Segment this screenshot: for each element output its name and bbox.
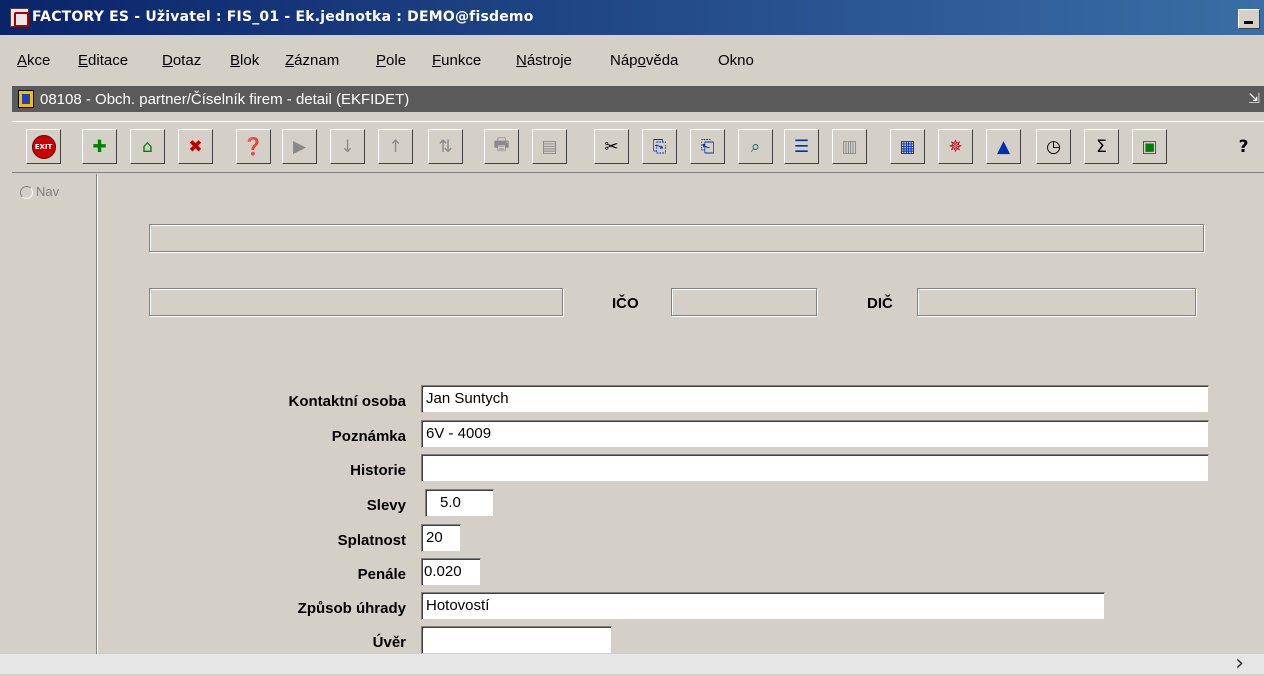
splatnost-label: Splatnost: [337, 532, 406, 549]
company-short-field: [149, 288, 563, 316]
wheel-button[interactable]: ✵: [938, 129, 973, 164]
sort-descending-button[interactable]: ↑: [378, 129, 413, 164]
zpusob-uhrady-label: Způsob úhrady: [297, 600, 406, 617]
exit-button[interactable]: EXIT: [26, 129, 61, 164]
company-name-field: [149, 224, 1204, 252]
restore-icon[interactable]: ⇲: [1248, 91, 1260, 107]
window-title-bar: FACTORY ES - Uživatel : FIS_01 - Ek.jedn…: [0, 0, 1264, 35]
paste-icon: ⎗: [700, 136, 715, 157]
calendar-button[interactable]: ▦: [890, 129, 925, 164]
print-setup-icon: ▤: [541, 136, 558, 157]
insert-record-button[interactable]: ✚: [82, 129, 117, 164]
menu-editace[interactable]: Editace: [78, 52, 128, 69]
zpusob-uhrady-field[interactable]: Hotovostí: [421, 592, 1105, 620]
dic-field: [917, 288, 1196, 316]
execute-query-icon: ▶: [292, 136, 307, 157]
delete-record-button[interactable]: ✖: [178, 129, 213, 164]
kontaktni-osoba-label: Kontaktní osoba: [288, 393, 406, 410]
menu-pole[interactable]: Pole: [376, 52, 406, 69]
sort-multi-icon: ⇅: [438, 136, 453, 157]
sort-ascending-icon: ↓: [340, 136, 355, 157]
minimize-button[interactable]: [1238, 9, 1260, 29]
clock-button[interactable]: ◷: [1036, 129, 1071, 164]
historie-label: Historie: [350, 462, 406, 479]
cut-button[interactable]: ✂: [594, 129, 629, 164]
copy-button[interactable]: ⎘: [642, 129, 677, 164]
penale-label: Penále: [357, 566, 406, 583]
print-icon: 🖶: [493, 135, 510, 155]
form-title-bar: 08108 - Obch. partner/Číselník firem - d…: [12, 86, 1264, 112]
print-setup-button[interactable]: ▤: [532, 129, 567, 164]
window-title: FACTORY ES - Uživatel : FIS_01 - Ek.jedn…: [32, 9, 534, 25]
menu-akce[interactable]: Akce: [17, 52, 50, 69]
menu-dotaz[interactable]: Dotaz: [162, 52, 201, 69]
menu-nastroje[interactable]: Nástroje: [516, 52, 572, 69]
wheel-icon: ✵: [948, 136, 963, 157]
app-icon[interactable]: [10, 8, 29, 27]
ico-field: [671, 288, 817, 316]
save-button[interactable]: ⌂: [130, 129, 165, 164]
slevy-field[interactable]: 5.0: [425, 489, 494, 517]
enter-query-button[interactable]: ❓: [236, 129, 271, 164]
help-button[interactable]: ?: [1226, 129, 1261, 164]
slevy-label: Slevy: [366, 497, 406, 514]
toolbar: EXIT ✚ ⌂ ✖ ❓ ▶ ↓ ↑ ⇅ 🖶 ▤ ✂ ⎘ ⎗ ⌕ ☰ ▥ ▦ ✵…: [12, 121, 1264, 173]
chart-button[interactable]: ▲: [986, 129, 1021, 164]
insert-record-icon: ✚: [92, 136, 107, 157]
search-button[interactable]: ⌕: [738, 129, 773, 164]
splatnost-field[interactable]: 20: [421, 524, 461, 552]
menu-napoveda[interactable]: Nápověda: [610, 52, 678, 69]
chevron-right-icon[interactable]: ›: [1235, 651, 1244, 676]
list-icon: ☰: [793, 136, 810, 157]
form-icon: [18, 90, 34, 108]
nav-radio[interactable]: [20, 186, 33, 199]
cut-icon: ✂: [604, 136, 619, 157]
menu-okno[interactable]: Okno: [718, 52, 754, 69]
dic-label: DIČ: [867, 295, 893, 312]
nav-label: Nav: [36, 184, 60, 199]
search-icon: ⌕: [750, 136, 761, 157]
excel-icon: ▣: [1141, 136, 1158, 157]
print-button[interactable]: 🖶: [484, 129, 519, 164]
chart-icon: ▲: [996, 136, 1011, 157]
save-icon: ⌂: [142, 136, 153, 157]
sort-descending-icon: ↑: [388, 136, 403, 157]
delete-record-icon: ✖: [188, 136, 203, 157]
sort-multi-button[interactable]: ⇅: [428, 129, 463, 164]
navigator-panel: Nav: [12, 174, 98, 654]
poznamka-label: Poznámka: [331, 428, 406, 445]
list-button[interactable]: ☰: [784, 129, 819, 164]
copy-icon: ⎘: [652, 136, 667, 157]
uver-label: Úvěr: [372, 634, 406, 651]
enter-query-icon: ❓: [242, 136, 265, 157]
sort-ascending-button[interactable]: ↓: [330, 129, 365, 164]
ico-label: IČO: [612, 295, 639, 312]
sum-icon: Σ: [1096, 136, 1107, 157]
horizontal-scrollbar[interactable]: ›: [0, 651, 1264, 676]
menu-zaznam[interactable]: Záznam: [285, 52, 339, 69]
penale-field[interactable]: 0.020: [421, 558, 481, 586]
sum-button[interactable]: Σ: [1084, 129, 1119, 164]
excel-export-button[interactable]: ▣: [1132, 129, 1167, 164]
poznamka-field[interactable]: 6V - 4009: [421, 420, 1209, 448]
columns-button[interactable]: ▥: [832, 129, 867, 164]
exit-icon: EXIT: [31, 134, 56, 159]
paste-button[interactable]: ⎗: [690, 129, 725, 164]
menu-blok[interactable]: Blok: [230, 52, 259, 69]
historie-field[interactable]: [421, 454, 1209, 482]
columns-icon: ▥: [841, 136, 858, 157]
execute-query-button[interactable]: ▶: [282, 129, 317, 164]
kontaktni-osoba-field[interactable]: Jan Suntych: [421, 385, 1209, 413]
menu-bar: Akce Editace Dotaz Blok Záznam Pole Funk…: [0, 49, 1264, 73]
uver-field[interactable]: [421, 626, 612, 654]
clock-icon: ◷: [1046, 136, 1061, 157]
form-title: 08108 - Obch. partner/Číselník firem - d…: [40, 91, 410, 108]
help-icon: ?: [1238, 136, 1249, 157]
menu-funkce[interactable]: Funkce: [432, 52, 481, 69]
calendar-icon: ▦: [899, 136, 916, 157]
